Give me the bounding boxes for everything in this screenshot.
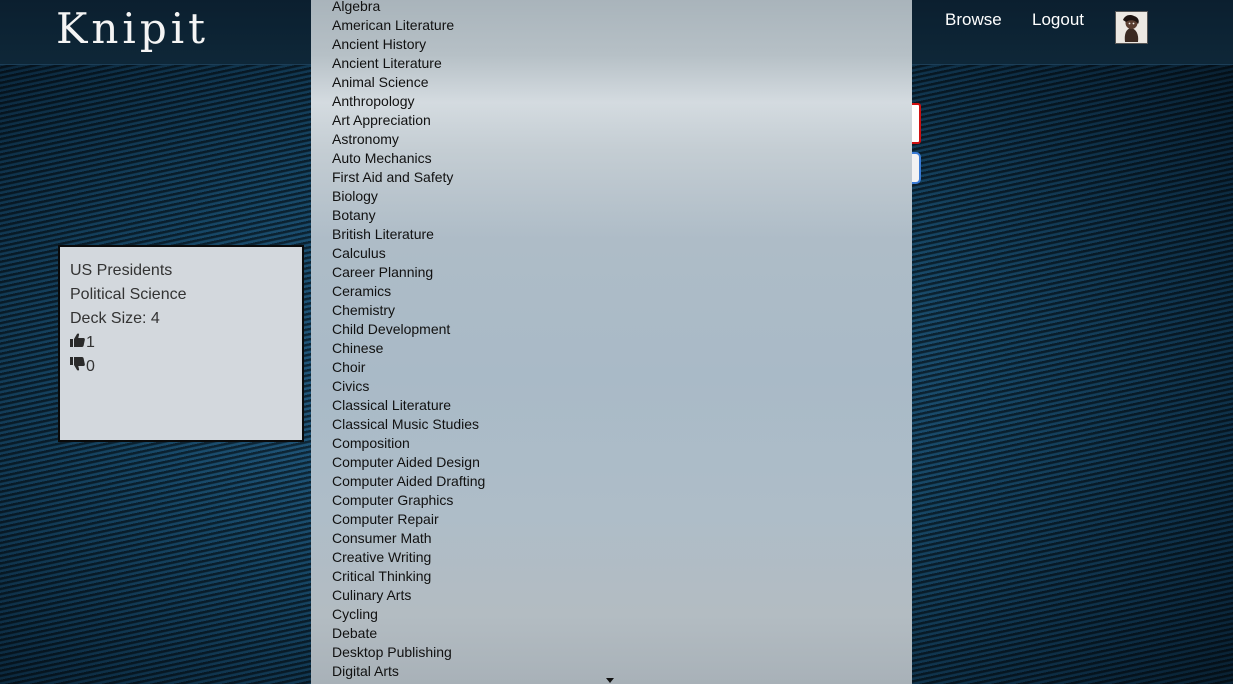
subject-option[interactable]: Classical Music Studies (332, 415, 485, 434)
thumbs-up-icon[interactable] (70, 331, 86, 355)
subject-option[interactable]: Ancient Literature (332, 54, 485, 73)
subject-option[interactable]: American Literature (332, 16, 485, 35)
downvote-row[interactable]: 0 (70, 355, 292, 379)
subject-option[interactable]: Classical Literature (332, 396, 485, 415)
subject-option[interactable]: Civics (332, 377, 485, 396)
subject-option[interactable]: Ceramics (332, 282, 485, 301)
subject-option[interactable]: First Aid and Safety (332, 168, 485, 187)
subject-option[interactable]: Digital Arts (332, 662, 485, 681)
subject-option[interactable]: Calculus (332, 244, 485, 263)
subject-option[interactable]: Animal Science (332, 73, 485, 92)
upvote-row[interactable]: 1 (70, 331, 292, 355)
subject-option[interactable]: Computer Repair (332, 510, 485, 529)
site-logo[interactable]: Knipit (56, 5, 209, 53)
subject-dropdown-menu[interactable]: Algebra American Literature Ancient Histor… (311, 0, 912, 684)
subject-option[interactable]: Biology (332, 187, 485, 206)
subject-option[interactable]: British Literature (332, 225, 485, 244)
subject-option[interactable]: Choir (332, 358, 485, 377)
subject-option[interactable]: Composition (332, 434, 485, 453)
deck-card[interactable]: US Presidents Political Science Deck Siz… (58, 245, 304, 442)
nav-link-logout[interactable]: Logout (1032, 10, 1084, 30)
subject-option[interactable]: Computer Aided Drafting (332, 472, 485, 491)
downvote-count: 0 (86, 358, 95, 375)
user-avatar-icon[interactable] (1115, 11, 1148, 44)
subject-option[interactable]: Debate (332, 624, 485, 643)
nav-link-browse[interactable]: Browse (945, 10, 1002, 30)
subject-option[interactable]: Algebra (332, 0, 485, 16)
upvote-count: 1 (86, 334, 95, 351)
subject-option[interactable]: Botany (332, 206, 485, 225)
subject-option[interactable]: Critical Thinking (332, 567, 485, 586)
thumbs-down-icon[interactable] (70, 355, 86, 379)
subject-option[interactable]: Computer Aided Design (332, 453, 485, 472)
subject-option[interactable]: Ancient History (332, 35, 485, 54)
subject-option[interactable]: Art Appreciation (332, 111, 485, 130)
subject-option[interactable]: Creative Writing (332, 548, 485, 567)
subject-option[interactable]: Culinary Arts (332, 586, 485, 605)
subject-option[interactable]: Chemistry (332, 301, 485, 320)
subject-option[interactable]: Child Development (332, 320, 485, 339)
deck-subject: Political Science (70, 286, 187, 303)
subject-option-list: Algebra American Literature Ancient Histor… (332, 0, 485, 681)
subject-option[interactable]: Auto Mechanics (332, 149, 485, 168)
deck-size: Deck Size: 4 (70, 310, 160, 327)
subject-option[interactable]: Anthropology (332, 92, 485, 111)
subject-option[interactable]: Computer Graphics (332, 491, 485, 510)
subject-option[interactable]: Consumer Math (332, 529, 485, 548)
subject-option[interactable]: Chinese (332, 339, 485, 358)
subject-option[interactable]: Career Planning (332, 263, 485, 282)
deck-title: US Presidents (70, 262, 173, 279)
subject-option[interactable]: Desktop Publishing (332, 643, 485, 662)
subject-option[interactable]: Cycling (332, 605, 485, 624)
subject-option[interactable]: Astronomy (332, 130, 485, 149)
scroll-down-arrow-icon[interactable] (606, 678, 614, 683)
